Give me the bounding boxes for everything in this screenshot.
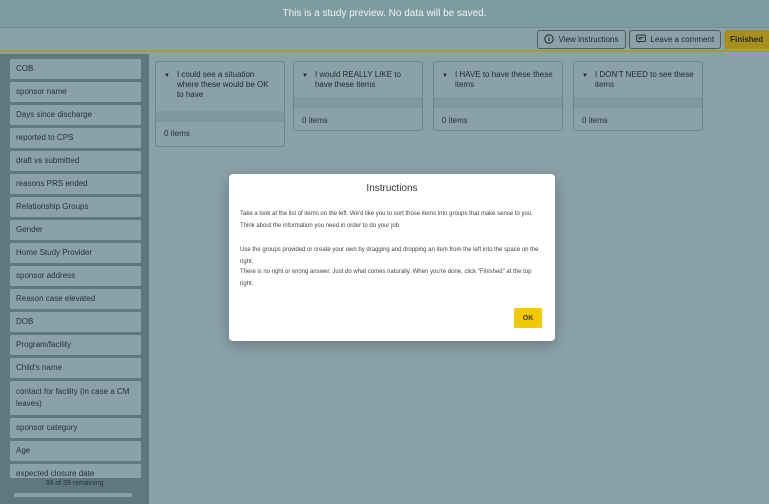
group-drop-zone[interactable]: [574, 97, 702, 108]
card-item[interactable]: Gender: [10, 220, 141, 240]
comment-icon: [635, 34, 646, 44]
remaining-progress-bar: [14, 493, 132, 497]
card-item[interactable]: draft vs submitted: [10, 151, 141, 171]
ok-button[interactable]: OK: [514, 308, 542, 328]
group-title: I DON'T NEED to see these items: [594, 70, 694, 89]
group-title: I could see a situation where these woul…: [176, 70, 269, 99]
caret-down-icon[interactable]: ▼: [442, 71, 448, 90]
group-title: I HAVE to have these these items: [454, 70, 553, 89]
card-item[interactable]: Days since discharge: [10, 105, 141, 125]
group-title: I would REALLY LIKE to have these items: [314, 70, 401, 89]
group-card-have-to-have[interactable]: ▼ I HAVE to have these these items 0 ite…: [433, 61, 563, 131]
card-item[interactable]: sponsor name: [10, 82, 141, 102]
card-item[interactable]: reported to CPS: [10, 128, 141, 148]
card-list: COB sponsor name Days since discharge re…: [10, 59, 141, 487]
card-item[interactable]: Program/facility: [10, 335, 141, 355]
items-sidebar: COB sponsor name Days since discharge re…: [0, 54, 149, 504]
card-item[interactable]: sponsor category: [10, 418, 141, 438]
group-item-count: 0 items: [582, 116, 608, 125]
info-circle-icon: [543, 34, 554, 44]
caret-down-icon[interactable]: ▼: [302, 71, 308, 90]
sidebar-footer: 39 of 39 remaining: [0, 478, 149, 504]
card-item[interactable]: Reason case elevated: [10, 289, 141, 309]
card-item[interactable]: reasons PRS ended: [10, 174, 141, 194]
caret-down-icon[interactable]: ▼: [164, 71, 170, 100]
instructions-modal: Instructions Take a look at the list of …: [229, 174, 555, 341]
group-drop-zone[interactable]: [294, 97, 422, 108]
modal-paragraph: There is no right or wrong answer. Just …: [240, 269, 532, 287]
group-item-count: 0 items: [164, 129, 190, 138]
leave-comment-label: Leave a comment: [650, 34, 715, 44]
card-item[interactable]: contact for facility (in case a CM leave…: [10, 381, 141, 415]
card-item[interactable]: DOB: [10, 312, 141, 332]
preview-banner-text: This is a study preview. No data will be…: [282, 8, 487, 19]
modal-paragraph: Use the groups provided or create your o…: [240, 247, 539, 265]
group-card-dont-need[interactable]: ▼ I DON'T NEED to see these items 0 item…: [573, 61, 703, 131]
group-drop-zone[interactable]: [156, 111, 284, 122]
view-instructions-label: View instructions: [558, 34, 619, 44]
view-instructions-button[interactable]: View instructions: [536, 29, 626, 49]
card-item[interactable]: sponsor address: [10, 266, 141, 286]
group-item-count: 0 items: [442, 116, 468, 125]
card-item[interactable]: Home Study Provider: [10, 243, 141, 263]
group-item-count: 0 items: [302, 116, 328, 125]
preview-banner: This is a study preview. No data will be…: [0, 0, 769, 28]
card-item[interactable]: Child's name: [10, 358, 141, 378]
modal-title: Instructions: [366, 183, 418, 194]
group-drop-zone[interactable]: [434, 97, 562, 108]
card-item[interactable]: Age: [10, 441, 141, 461]
card-item[interactable]: COB: [10, 59, 141, 79]
remaining-count: 39 of 39 remaining: [45, 480, 104, 487]
finished-button[interactable]: Finished: [724, 29, 769, 49]
top-toolbar: View instructions Leave a comment Finish…: [0, 28, 769, 52]
caret-down-icon[interactable]: ▼: [582, 71, 588, 90]
leave-comment-button[interactable]: Leave a comment: [628, 29, 722, 49]
modal-paragraph: Take a look at the list of items on the …: [240, 211, 533, 229]
group-card-ok-to-have[interactable]: ▼ I could see a situation where these wo…: [155, 61, 285, 147]
group-card-really-like[interactable]: ▼ I would REALLY LIKE to have these item…: [293, 61, 423, 131]
card-item[interactable]: Relationship Groups: [10, 197, 141, 217]
